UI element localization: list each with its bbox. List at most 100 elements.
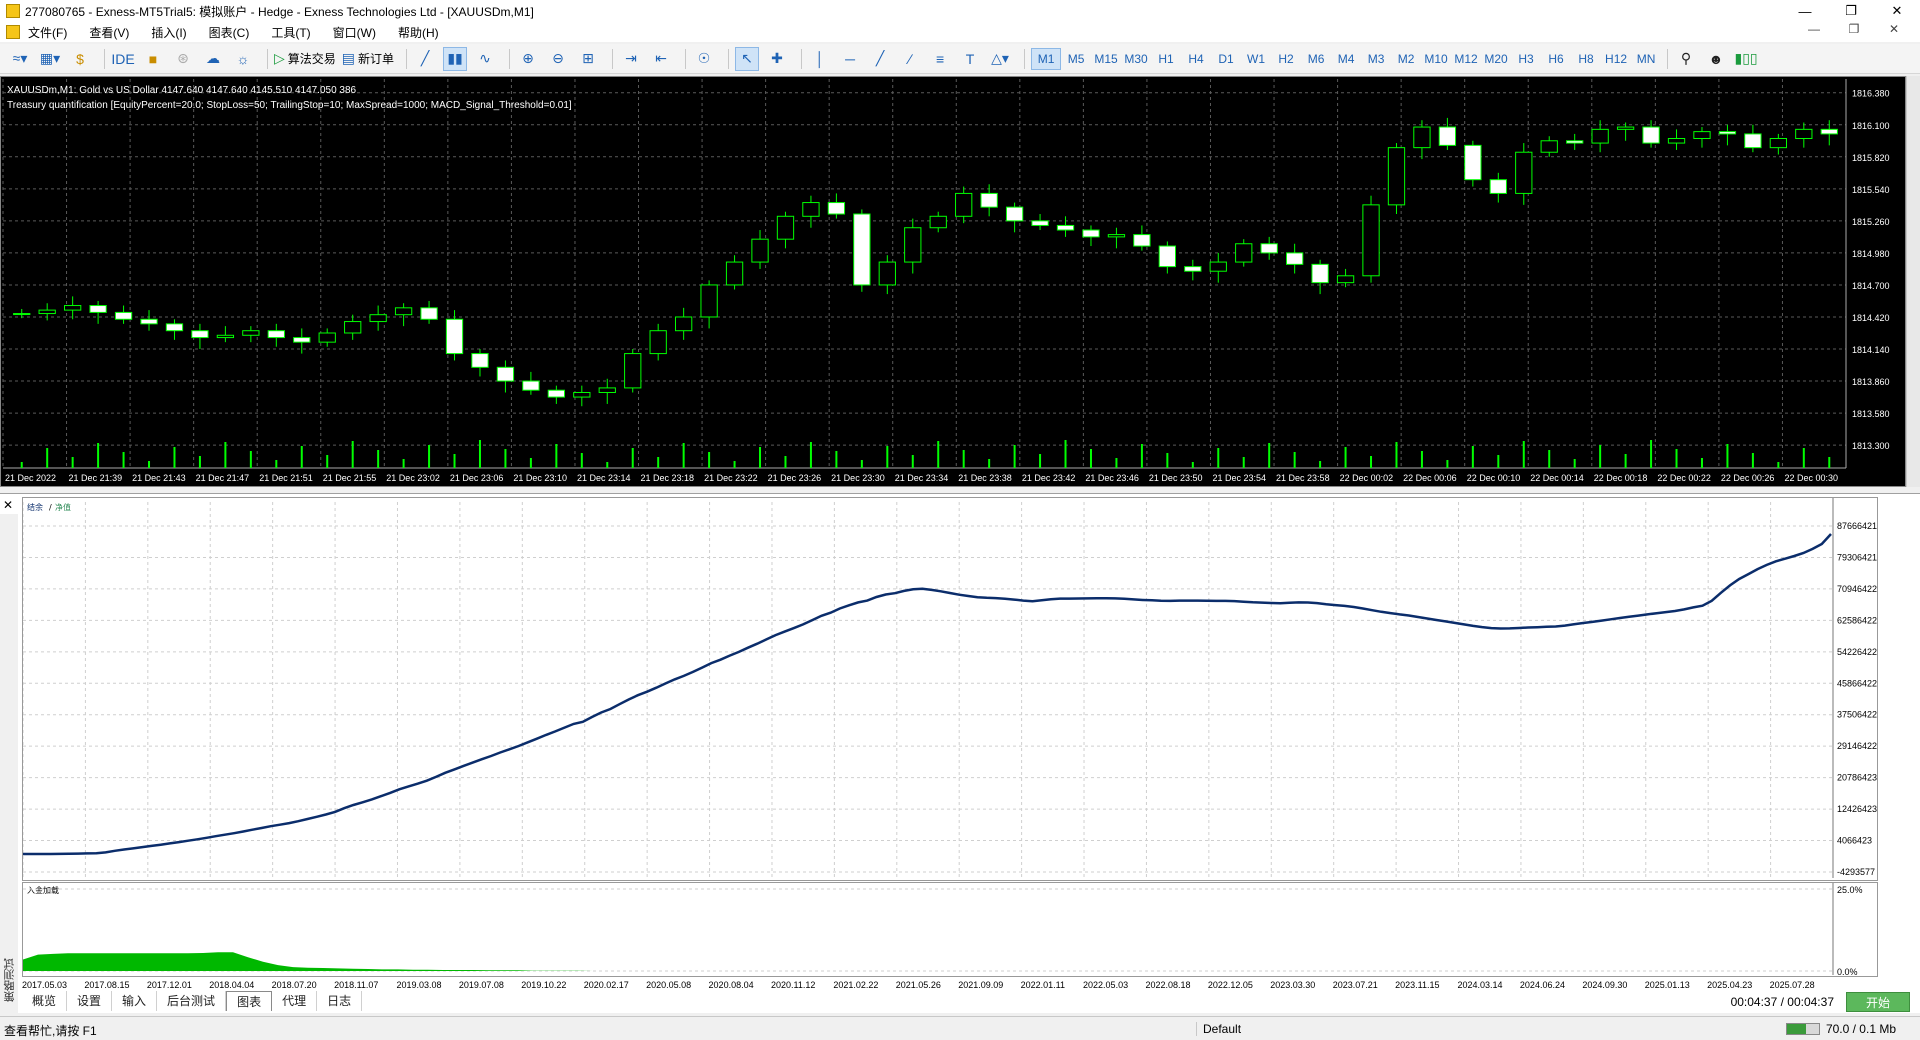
tf-m20[interactable]: M20 (1481, 48, 1511, 70)
text-icon[interactable]: T (958, 47, 982, 71)
tf-h6[interactable]: H6 (1541, 48, 1571, 70)
tf-d1[interactable]: D1 (1211, 48, 1241, 70)
horizontal-line-icon[interactable]: ─ (838, 47, 862, 71)
mdi-minimize-icon[interactable]: — (1794, 22, 1834, 36)
tile-windows-icon[interactable]: ⊞ (576, 47, 600, 71)
equity-x-tick-label: 2017.08.15 (84, 980, 129, 990)
price-x-tick-label: 21 Dec 23:46 (1085, 473, 1139, 483)
start-button[interactable]: 开始 (1846, 992, 1910, 1012)
tf-h3[interactable]: H3 (1511, 48, 1541, 70)
tf-m6[interactable]: M6 (1301, 48, 1331, 70)
cloud-icon[interactable]: ☁ (201, 47, 225, 71)
candle-body (1744, 133, 1762, 149)
signal-icon[interactable]: ⊛ (171, 47, 195, 71)
tf-m1[interactable]: M1 (1031, 47, 1062, 70)
tf-mn[interactable]: MN (1631, 48, 1661, 70)
tab-inputs[interactable]: 输入 (112, 991, 158, 1011)
menu-window[interactable]: 窗口(W) (333, 24, 376, 41)
market-icon[interactable]: $ (68, 47, 92, 71)
deposit-load-chart[interactable]: 入金加载 25.0% 0.0% (23, 883, 1877, 977)
equity-y-tick-label: 87666421 (1837, 521, 1877, 531)
tester-sidebar: 策略测试 (0, 514, 18, 1014)
account-icon[interactable]: ☻ (1704, 47, 1728, 71)
restore-icon[interactable]: ❐ (1828, 0, 1874, 22)
autoscroll-icon[interactable]: ⇥ (619, 47, 643, 71)
chart-shift-icon[interactable]: ⇤ (649, 47, 673, 71)
equity-y-tick-label: 45866422 (1837, 678, 1877, 688)
price-chart[interactable]: 1816.380 1816.100 1815.820 1815.540 1815.260… (1, 77, 1905, 486)
menu-help[interactable]: 帮助(H) (398, 24, 439, 41)
price-y-tick-label: 1815.820 (1852, 153, 1890, 163)
tester-close-icon[interactable]: ✕ (3, 498, 13, 512)
menu-app-icon[interactable] (6, 25, 20, 39)
tab-settings[interactable]: 设置 (67, 991, 113, 1011)
tab-overview[interactable]: 概览 (22, 991, 68, 1011)
mdi-restore-icon[interactable]: ❐ (1834, 22, 1874, 36)
tf-h12[interactable]: H12 (1601, 48, 1631, 70)
signal-strength-icon[interactable]: ▮▯▯ (1734, 47, 1758, 71)
tf-w1[interactable]: W1 (1241, 48, 1271, 70)
tf-h4[interactable]: H4 (1181, 48, 1211, 70)
zoom-in-icon[interactable]: ⊕ (516, 47, 540, 71)
deposit-load-area (23, 952, 623, 971)
line-chart-icon[interactable]: ∿ (473, 47, 497, 71)
menu-tools[interactable]: 工具(T) (271, 24, 310, 41)
tf-m4[interactable]: M4 (1331, 48, 1361, 70)
equity-y-tick-label: 12426423 (1837, 804, 1877, 814)
ide-button[interactable]: IDE (111, 47, 135, 71)
shapes-icon[interactable]: △▾ (988, 47, 1012, 71)
chart-type-icon[interactable]: ≈▾ (8, 47, 32, 71)
bar-chart-icon[interactable]: ╱ (413, 47, 437, 71)
channel-icon[interactable]: ∕ (898, 47, 922, 71)
search-icon[interactable]: ⚲ (1674, 47, 1698, 71)
minimize-icon[interactable]: — (1782, 0, 1828, 22)
price-x-tick-label: 21 Dec 2022 (5, 473, 56, 483)
menu-file[interactable]: 文件(F) (28, 24, 67, 41)
algo-trading-button[interactable]: ▷ 算法交易 (274, 47, 336, 71)
screenshot-icon[interactable]: ☉ (692, 47, 716, 71)
candle-body (598, 387, 616, 393)
candle-chart-icon[interactable]: ▮▮ (443, 46, 468, 71)
vertical-scrollbar[interactable] (1906, 76, 1920, 487)
tf-m5[interactable]: M5 (1061, 48, 1091, 70)
mdi-close-icon[interactable]: ✕ (1874, 22, 1914, 36)
tf-m15[interactable]: M15 (1091, 48, 1121, 70)
lock-icon[interactable]: ■ (141, 47, 165, 71)
equity-chart[interactable]: 87666421 79306421 70946422 62586422 54226422… (22, 498, 1877, 880)
tab-journal[interactable]: 日志 (317, 991, 363, 1011)
tf-m3[interactable]: M3 (1361, 48, 1391, 70)
fibonacci-icon[interactable]: ≡ (928, 47, 952, 71)
tab-agents[interactable]: 代理 (272, 991, 318, 1011)
crosshair-icon[interactable]: ✚ (765, 47, 789, 71)
tf-m12[interactable]: M12 (1451, 48, 1481, 70)
zoom-out-icon[interactable]: ⊖ (546, 47, 570, 71)
equity-x-tick-label: 2017.12.01 (147, 980, 192, 990)
tf-m30[interactable]: M30 (1121, 48, 1151, 70)
status-profile[interactable]: Default (1196, 1022, 1316, 1036)
new-order-button[interactable]: ▤ 新订单 (342, 47, 394, 71)
menu-view[interactable]: 查看(V) (89, 24, 129, 41)
vps-icon[interactable]: ☼ (231, 47, 255, 71)
tf-h1[interactable]: H1 (1151, 48, 1181, 70)
new-chart-icon[interactable]: ▦▾ (38, 47, 62, 71)
trendline-icon[interactable]: ╱ (868, 47, 892, 71)
menu-charts[interactable]: 图表(C) (209, 24, 250, 41)
equity-x-tick-label: 2019.10.22 (521, 980, 566, 990)
tf-h8[interactable]: H8 (1571, 48, 1601, 70)
equity-y-tick-label: 4066423 (1837, 836, 1872, 846)
ide-label: IDE (111, 50, 135, 67)
equity-chart-panel[interactable]: 87666421 79306421 70946422 62586422 54226422… (22, 497, 1878, 881)
menu-insert[interactable]: 插入(I) (151, 24, 186, 41)
equity-x-tick-label: 2022.12.05 (1208, 980, 1253, 990)
tab-graph[interactable]: 图表 (226, 991, 273, 1011)
cursor-icon[interactable]: ↖ (735, 46, 760, 71)
tf-m2[interactable]: M2 (1391, 48, 1421, 70)
equity-x-tick-label: 2025.04.23 (1707, 980, 1752, 990)
close-icon[interactable]: ✕ (1874, 0, 1920, 22)
tf-m10[interactable]: M10 (1421, 48, 1451, 70)
price-chart-window[interactable]: 1816.380 1816.100 1815.820 1815.540 1815.260… (0, 76, 1906, 487)
tab-backtest[interactable]: 后台测试 (157, 991, 227, 1011)
tf-h2[interactable]: H2 (1271, 48, 1301, 70)
vertical-line-icon[interactable]: │ (808, 47, 832, 71)
deposit-load-panel[interactable]: 入金加载 25.0% 0.0% (22, 882, 1878, 977)
